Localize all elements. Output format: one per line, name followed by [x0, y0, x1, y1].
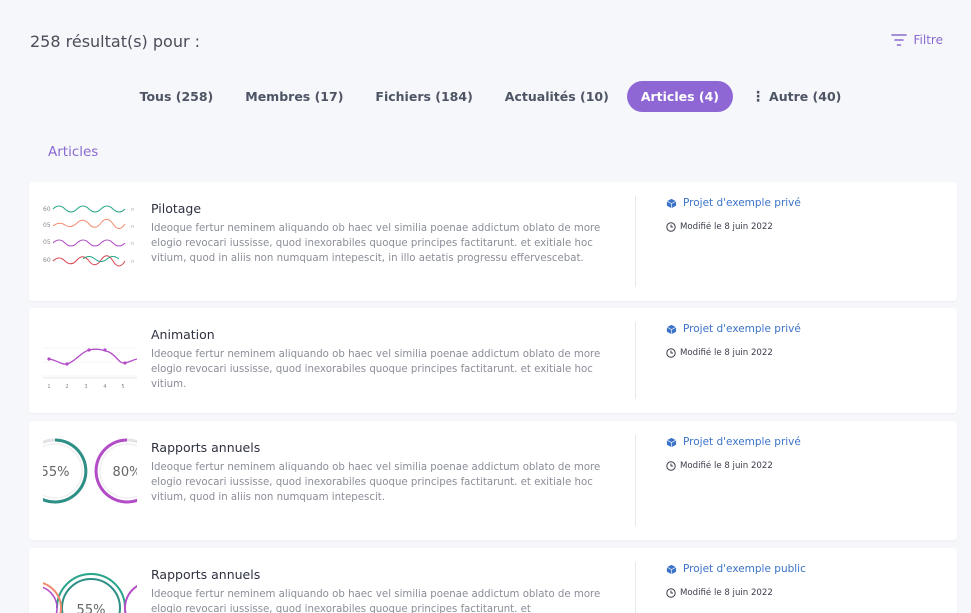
tab-articles[interactable]: Articles (4)	[626, 81, 734, 112]
tab-label: Autre (40)	[769, 89, 842, 104]
tab-members[interactable]: Membres (17)	[231, 81, 357, 112]
section-title: Articles	[48, 144, 99, 160]
project-name: Projet d'exemple public	[683, 563, 806, 575]
clock-icon	[666, 588, 676, 598]
svg-text:n: n	[131, 207, 134, 213]
result-tabs: Tous (258) Membres (17) Fichiers (184) A…	[0, 81, 971, 112]
cube-icon	[666, 437, 677, 447]
sparkline-label: 60	[43, 206, 51, 213]
article-title: Rapports annuels	[151, 440, 261, 455]
x-tick-label: 1	[47, 384, 50, 390]
modified-text: Modifié le 8 juin 2022	[680, 588, 773, 598]
cube-icon	[666, 324, 677, 334]
card-divider	[635, 562, 636, 613]
project-link[interactable]: Projet d'exemple privé	[666, 197, 801, 209]
svg-text:n: n	[131, 224, 134, 230]
tab-label: Fichiers (184)	[375, 89, 473, 104]
article-thumbnail: 1 2 3 4 5	[43, 347, 137, 390]
tab-label: Articles (4)	[640, 89, 720, 104]
clock-icon	[666, 222, 676, 232]
tab-label: Membres (17)	[245, 89, 344, 104]
filter-label: Filtre	[913, 33, 943, 47]
modified-date: Modifié le 8 juin 2022	[666, 588, 773, 598]
ring-value: 55%	[43, 465, 69, 480]
modified-date: Modifié le 8 juin 2022	[666, 348, 773, 358]
project-name: Projet d'exemple privé	[683, 436, 801, 448]
x-tick-label: 3	[84, 384, 87, 390]
modified-text: Modifié le 8 juin 2022	[680, 222, 773, 232]
ring-value: 80%	[113, 465, 137, 480]
project-link[interactable]: Projet d'exemple public	[666, 563, 806, 575]
card-divider	[635, 196, 636, 287]
article-title: Animation	[151, 327, 215, 342]
article-description: Ideoque fertur neminem aliquando ob haec…	[151, 223, 601, 265]
sparkline-label: 60	[43, 257, 51, 264]
x-tick-label: 2	[65, 384, 68, 390]
clock-icon	[666, 461, 676, 471]
article-card[interactable]: 55% Rapports annuels Ideoque fertur nemi…	[29, 548, 957, 613]
article-description: Ideoque fertur neminem aliquando ob haec…	[151, 349, 601, 391]
article-thumbnail: 55% 80%	[43, 438, 137, 504]
article-card[interactable]: 60 05 05 60 n n n n Pilotage Ideoque fer…	[29, 182, 957, 301]
project-link[interactable]: Projet d'exemple privé	[666, 323, 801, 335]
sparkline-label: 05	[43, 239, 51, 246]
card-divider	[635, 322, 636, 399]
filter-button[interactable]: Filtre	[890, 33, 943, 47]
results-title: 258 résultat(s) pour :	[30, 32, 201, 51]
ring-value: 55%	[77, 603, 106, 613]
filter-icon	[890, 34, 907, 46]
article-card[interactable]: 55% 80% Rapports annuels Ideoque fertur …	[29, 421, 957, 540]
article-thumbnail: 60 05 05 60 n n n n	[43, 205, 134, 267]
article-description: Ideoque fertur neminem aliquando ob haec…	[151, 462, 601, 504]
modified-date: Modifié le 8 juin 2022	[666, 222, 773, 232]
x-tick-label: 4	[103, 384, 106, 390]
tab-files[interactable]: Fichiers (184)	[361, 81, 486, 112]
cube-icon	[666, 198, 677, 208]
tab-label: Tous (258)	[139, 89, 214, 104]
svg-text:n: n	[131, 241, 134, 247]
article-thumbnail: 55%	[43, 573, 137, 613]
tab-all[interactable]: Tous (258)	[126, 81, 228, 112]
more-vertical-icon: ⋮	[751, 88, 766, 105]
cube-icon	[666, 564, 677, 574]
modified-text: Modifié le 8 juin 2022	[680, 461, 773, 471]
svg-text:n: n	[131, 259, 134, 265]
article-title: Rapports annuels	[151, 567, 261, 582]
project-name: Projet d'exemple privé	[683, 197, 801, 209]
x-tick-label: 5	[121, 384, 124, 390]
sparkline-label: 05	[43, 222, 51, 229]
modified-text: Modifié le 8 juin 2022	[680, 348, 773, 358]
article-card[interactable]: 1 2 3 4 5 Animation Ideoque fertur nemin…	[29, 308, 957, 413]
project-link[interactable]: Projet d'exemple privé	[666, 436, 801, 448]
article-description: Ideoque fertur neminem aliquando ob haec…	[151, 589, 601, 613]
clock-icon	[666, 348, 676, 358]
article-title: Pilotage	[151, 201, 202, 216]
tab-other[interactable]: ⋮ Autre (40)	[737, 81, 855, 112]
modified-date: Modifié le 8 juin 2022	[666, 461, 773, 471]
tab-news[interactable]: Actualités (10)	[491, 81, 623, 112]
tab-label: Actualités (10)	[504, 89, 609, 104]
card-divider	[635, 435, 636, 526]
project-name: Projet d'exemple privé	[683, 323, 801, 335]
